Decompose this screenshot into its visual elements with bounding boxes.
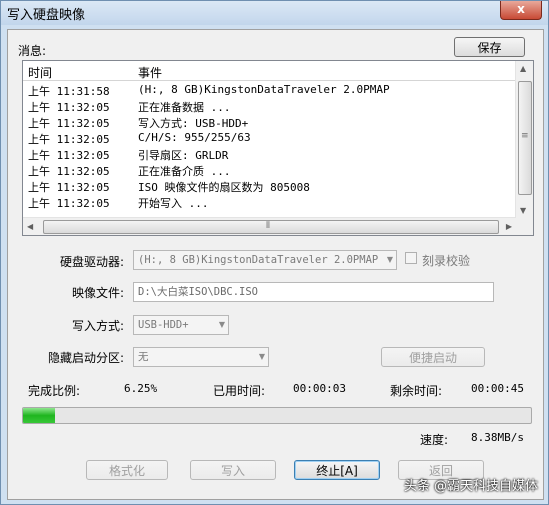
verify-checkbox[interactable] — [405, 252, 417, 264]
grip-icon: ⦀ — [266, 221, 270, 231]
speed-label: 速度: — [420, 433, 449, 447]
row-event: 引导扇区: GRLDR — [138, 149, 229, 162]
elapsed-label: 已用时间: — [213, 384, 266, 398]
chevron-down-icon: ▼ — [218, 320, 225, 329]
chevron-down-icon: ▼ — [258, 352, 265, 361]
row-event: C/H/S: 955/255/63 — [138, 131, 251, 144]
list-item[interactable]: 上午 11:32:05 引导扇区: GRLDR — [23, 146, 516, 162]
dialog-window: 写入硬盘映像 x 消息: 保存 时间 事件 上午 11:31:58 (H:, 8 … — [0, 0, 549, 505]
progress-bar-fill — [23, 408, 55, 423]
remaining-label: 剩余时间: — [390, 384, 443, 398]
message-list[interactable]: 时间 事件 上午 11:31:58 (H:, 8 GB)KingstonDataT… — [22, 60, 534, 236]
title-bar[interactable]: 写入硬盘映像 x — [1, 1, 548, 25]
list-item[interactable]: 上午 11:31:58 (H:, 8 GB)KingstonDataTravele… — [23, 82, 516, 98]
row-time: 上午 11:32:05 — [28, 165, 110, 178]
close-button[interactable]: x — [500, 1, 542, 20]
scrollbar-corner — [516, 218, 533, 235]
vertical-scroll-thumb[interactable]: ≡ — [518, 81, 532, 195]
row-time: 上午 11:32:05 — [28, 197, 110, 210]
dialog-client-area: 消息: 保存 时间 事件 上午 11:31:58 (H:, 8 GB)Kingst… — [7, 29, 544, 500]
image-file-input[interactable]: D:\大白菜ISO\DBC.ISO — [133, 282, 494, 302]
scroll-right-icon[interactable]: ▶ — [506, 222, 512, 231]
row-event: ISO 映像文件的扇区数为 805008 — [138, 181, 310, 194]
messages-label: 消息: — [18, 44, 47, 58]
scroll-down-icon[interactable]: ▼ — [520, 206, 526, 215]
row-time: 上午 11:32:05 — [28, 133, 110, 146]
row-event: 开始写入 ... — [138, 197, 209, 210]
row-time: 上午 11:32:05 — [28, 117, 110, 130]
close-icon: x — [517, 2, 525, 16]
row-event: 正在准备数据 ... — [138, 101, 231, 114]
hidden-partition-select[interactable]: 无 ▼ — [133, 347, 269, 367]
list-item[interactable]: 上午 11:32:05 C/H/S: 955/255/63 — [23, 130, 516, 146]
row-event: 正在准备介质 ... — [138, 165, 231, 178]
scroll-left-icon[interactable]: ◀ — [27, 222, 33, 231]
watermark: 头条 @霸天科技自媒体 — [403, 479, 538, 494]
elapsed-value: 00:00:03 — [293, 382, 346, 395]
drive-label: 硬盘驱动器: — [60, 255, 125, 269]
list-item[interactable]: 上午 11:32:05 正在准备介质 ... — [23, 162, 516, 178]
write-method-value: USB-HDD+ — [138, 319, 189, 331]
vertical-scrollbar[interactable]: ▲ ≡ ▼ — [515, 61, 533, 218]
list-item[interactable]: 上午 11:32:05 写入方式: USB-HDD+ — [23, 114, 516, 130]
format-button[interactable]: 格式化 — [86, 460, 168, 480]
progress-bar — [22, 407, 532, 424]
quick-boot-button[interactable]: 便捷启动 — [381, 347, 485, 367]
write-method-label: 写入方式: — [72, 319, 125, 333]
row-time: 上午 11:32:05 — [28, 149, 110, 162]
percent-value: 6.25% — [124, 382, 158, 395]
grip-icon: ≡ — [521, 131, 529, 141]
write-method-select[interactable]: USB-HDD+ ▼ — [133, 315, 229, 335]
drive-select[interactable]: (H:, 8 GB)KingstonDataTraveler 2.0PMAP ▼ — [133, 250, 397, 270]
write-button[interactable]: 写入 — [190, 460, 276, 480]
horizontal-scrollbar[interactable]: ◀ ⦀ ▶ — [23, 217, 516, 235]
list-rows: 上午 11:31:58 (H:, 8 GB)KingstonDataTravele… — [23, 82, 516, 210]
window-title: 写入硬盘映像 — [7, 8, 86, 23]
column-header-time[interactable]: 时间 — [28, 64, 52, 81]
chevron-down-icon: ▼ — [386, 255, 393, 264]
hidden-partition-label: 隐藏启动分区: — [48, 351, 125, 365]
scroll-up-icon[interactable]: ▲ — [520, 64, 526, 73]
percent-label: 完成比例: — [28, 384, 81, 398]
speed-value: 8.38MB/s — [471, 431, 524, 444]
drive-select-value: (H:, 8 GB)KingstonDataTraveler 2.0PMAP — [138, 254, 379, 266]
horizontal-scroll-thumb[interactable]: ⦀ — [43, 220, 499, 234]
row-event: 写入方式: USB-HDD+ — [138, 117, 249, 130]
list-item[interactable]: 上午 11:32:05 正在准备数据 ... — [23, 98, 516, 114]
hidden-partition-value: 无 — [138, 351, 149, 363]
verify-label[interactable]: 刻录校验 — [422, 252, 470, 269]
save-button[interactable]: 保存 — [454, 37, 525, 57]
list-item[interactable]: 上午 11:32:05 ISO 映像文件的扇区数为 805008 — [23, 178, 516, 194]
remaining-value: 00:00:45 — [471, 382, 524, 395]
row-time: 上午 11:31:58 — [28, 85, 110, 98]
row-time: 上午 11:32:05 — [28, 181, 110, 194]
row-event: (H:, 8 GB)KingstonDataTraveler 2.0PMAP — [138, 83, 390, 96]
row-time: 上午 11:32:05 — [28, 101, 110, 114]
column-header-event[interactable]: 事件 — [138, 64, 162, 81]
list-header: 时间 事件 — [23, 61, 516, 81]
image-file-label: 映像文件: — [72, 286, 125, 300]
list-item[interactable]: 上午 11:32:05 开始写入 ... — [23, 194, 516, 210]
stop-button[interactable]: 终止[A] — [294, 460, 380, 480]
